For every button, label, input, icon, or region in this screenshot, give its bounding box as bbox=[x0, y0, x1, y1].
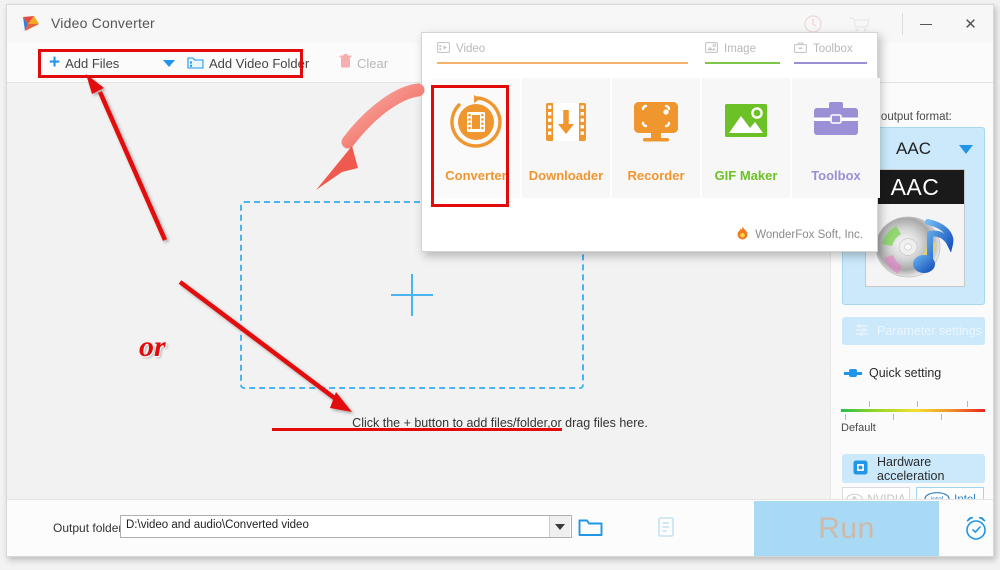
slider-tick bbox=[869, 401, 870, 407]
bottom-bar: Output folder: D:\video and audio\Conver… bbox=[7, 499, 993, 556]
slider-gradient-bar bbox=[841, 409, 985, 412]
toolbox-icon bbox=[794, 42, 807, 56]
output-format-thumbnail: AAC bbox=[865, 169, 965, 287]
minimize-icon[interactable] bbox=[903, 5, 948, 43]
app-root: Video Converter ✕ + Add Files Add Video … bbox=[0, 0, 1000, 570]
tab-video-underline bbox=[437, 62, 688, 64]
quick-setting-button[interactable]: Quick setting bbox=[844, 366, 941, 380]
add-files-dropdown-button[interactable] bbox=[163, 51, 175, 75]
mode-item-label: Recorder bbox=[627, 168, 685, 183]
play-triangle-logo bbox=[21, 15, 41, 33]
mode-selector-panel: Video Image Toolbox Converter Downloader… bbox=[421, 32, 880, 252]
slider-tick bbox=[893, 414, 894, 420]
brand-label: WonderFox Soft, Inc. bbox=[755, 228, 863, 241]
cd-music-note-icon bbox=[875, 216, 954, 278]
mode-item-label: Toolbox bbox=[811, 168, 861, 183]
brand-footer: WonderFox Soft, Inc. bbox=[736, 226, 863, 243]
window-controls: ✕ bbox=[903, 5, 993, 43]
chip-icon bbox=[852, 459, 869, 479]
output-folder-input[interactable]: D:\video and audio\Converted video bbox=[120, 515, 572, 538]
chevron-down-icon bbox=[555, 523, 565, 530]
folder-video-icon bbox=[187, 55, 204, 72]
mode-item-toolbox[interactable]: Toolbox bbox=[792, 78, 880, 198]
annotation-hint-underline bbox=[272, 428, 562, 431]
output-folder-label: Output folder: bbox=[53, 521, 126, 535]
tab-toolbox-underline bbox=[794, 62, 867, 64]
slider-tick bbox=[967, 401, 968, 407]
hardware-acceleration-button[interactable]: Hardware acceleration bbox=[842, 454, 985, 483]
run-button[interactable]: Run bbox=[754, 501, 939, 556]
toolbox-case-icon bbox=[807, 93, 865, 156]
close-icon[interactable]: ✕ bbox=[948, 5, 993, 43]
add-video-folder-button[interactable]: Add Video Folder bbox=[187, 51, 309, 75]
quality-slider[interactable]: Default bbox=[841, 401, 985, 434]
plus-icon: + bbox=[49, 52, 61, 73]
cart-icon[interactable] bbox=[847, 14, 870, 34]
quick-setting-label: Quick setting bbox=[869, 366, 942, 380]
window-title: Video Converter bbox=[51, 15, 155, 31]
mode-item-converter[interactable]: Converter bbox=[432, 78, 520, 198]
format-thumb-label: AAC bbox=[866, 170, 964, 204]
mode-item-recorder[interactable]: Recorder bbox=[612, 78, 700, 198]
output-folder-dropdown[interactable] bbox=[549, 516, 570, 537]
slider-tick bbox=[941, 414, 942, 420]
mode-item-downloader[interactable]: Downloader bbox=[522, 78, 610, 198]
parameter-settings-label: Parameter settings bbox=[877, 324, 982, 338]
chevron-down-icon[interactable] bbox=[959, 145, 973, 154]
monitor-record-icon bbox=[627, 93, 685, 156]
mode-panel-tabs: Video Image Toolbox bbox=[422, 33, 877, 64]
tab-video-label: Video bbox=[456, 43, 486, 55]
mode-item-label: GIF Maker bbox=[714, 168, 778, 183]
tab-toolbox-label: Toolbox bbox=[813, 43, 853, 55]
tab-image-underline bbox=[705, 62, 780, 64]
alarm-clock-icon[interactable] bbox=[962, 514, 990, 547]
run-label: Run bbox=[818, 511, 875, 545]
mode-item-label: Downloader bbox=[528, 168, 604, 183]
plus-large-icon bbox=[391, 274, 433, 316]
wonderfox-flame-icon bbox=[736, 226, 749, 243]
help-clock-icon[interactable] bbox=[802, 14, 824, 34]
trash-icon bbox=[339, 54, 352, 72]
clear-label: Clear bbox=[357, 55, 389, 71]
hardware-acceleration-label: Hardware acceleration bbox=[877, 454, 945, 483]
slider-handle-icon bbox=[844, 368, 862, 378]
slider-tick bbox=[917, 401, 918, 407]
mode-item-label: Converter bbox=[445, 168, 507, 183]
mode-items: Converter Downloader Recorder GIF Maker … bbox=[432, 78, 880, 198]
slider-tick bbox=[845, 414, 846, 420]
image-icon bbox=[705, 42, 718, 56]
mode-item-gif-maker[interactable]: GIF Maker bbox=[702, 78, 790, 198]
application-window: Video Converter ✕ + Add Files Add Video … bbox=[6, 4, 994, 557]
converter-film-circle-icon bbox=[447, 93, 505, 156]
tab-image-label: Image bbox=[724, 43, 756, 55]
slider-default-label: Default bbox=[841, 422, 876, 434]
add-video-folder-label: Add Video Folder bbox=[209, 55, 310, 71]
file-list-icon[interactable] bbox=[656, 516, 678, 543]
open-folder-icon[interactable] bbox=[578, 516, 603, 543]
annotation-or-label: or bbox=[139, 330, 166, 363]
add-files-button[interactable]: + Add Files bbox=[49, 51, 119, 75]
parameter-settings-button[interactable]: Parameter settings bbox=[842, 317, 985, 345]
sliders-icon bbox=[855, 323, 870, 340]
add-files-label: Add Files bbox=[65, 55, 120, 71]
tab-toolbox[interactable]: Toolbox bbox=[794, 42, 867, 64]
video-frame-icon bbox=[437, 42, 450, 56]
tab-video[interactable]: Video bbox=[437, 42, 688, 64]
tab-image[interactable]: Image bbox=[705, 42, 780, 64]
photo-mountain-icon bbox=[717, 93, 775, 156]
film-download-icon bbox=[537, 93, 595, 156]
clear-button[interactable]: Clear bbox=[339, 51, 388, 75]
chevron-down-icon bbox=[163, 59, 175, 67]
